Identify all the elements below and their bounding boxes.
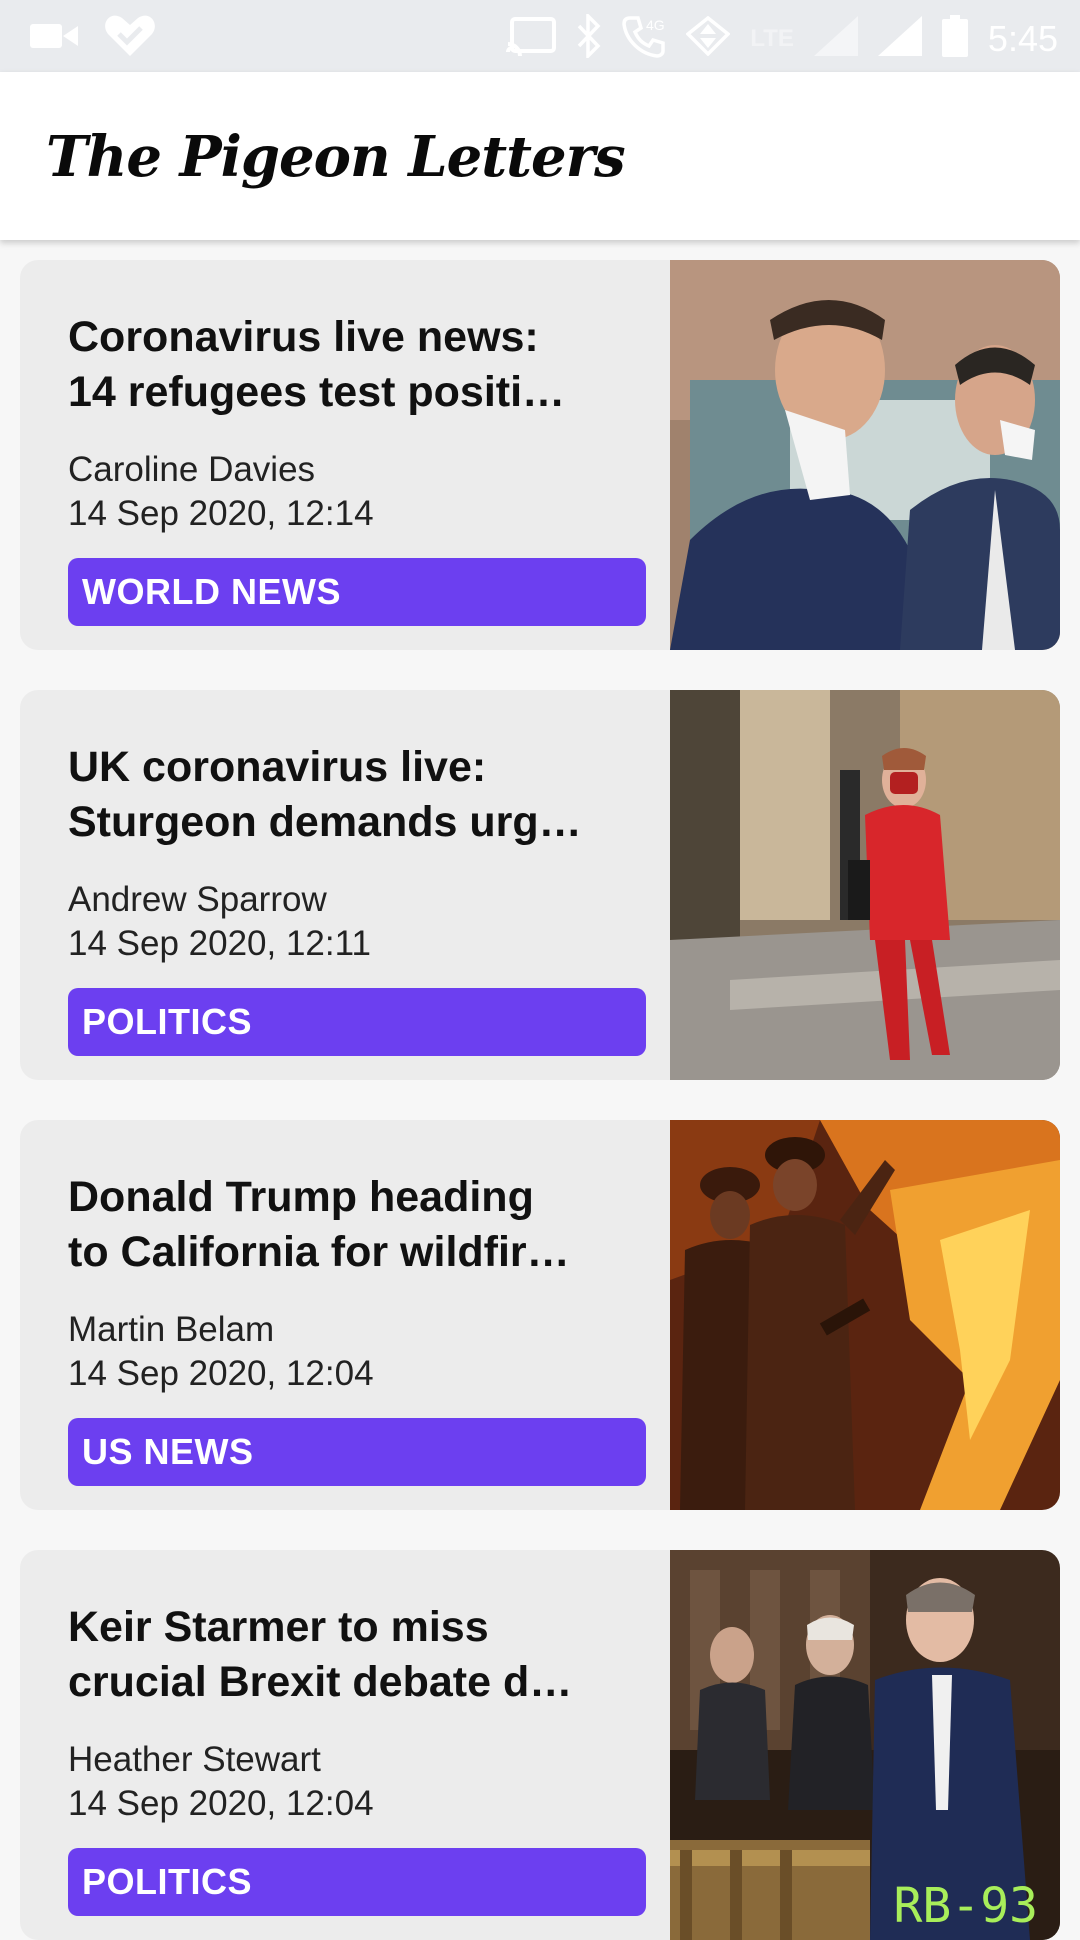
headline-line: Sturgeon demands urg… bbox=[68, 798, 582, 846]
headline-line: 14 refugees test positi… bbox=[68, 368, 566, 416]
headline-line: Donald Trump heading bbox=[68, 1173, 534, 1221]
article-author: Caroline Davies bbox=[68, 450, 316, 489]
category-badge: US NEWS bbox=[68, 1418, 646, 1486]
category-badge: POLITICS bbox=[68, 1848, 646, 1916]
article-thumbnail bbox=[670, 1120, 1060, 1510]
network-type-label: LTE bbox=[750, 24, 794, 52]
watermark-label: RB-93 bbox=[893, 1878, 1039, 1934]
article-date: 14 Sep 2020, 12:04 bbox=[68, 1354, 374, 1393]
bluetooth-icon bbox=[576, 11, 602, 63]
article-headline: Coronavirus live news: 14 refugees test … bbox=[68, 310, 648, 420]
signal-icon bbox=[877, 16, 922, 61]
app-title: The Pigeon Letters bbox=[46, 124, 626, 190]
cast-icon bbox=[506, 16, 557, 61]
heart-check-icon bbox=[104, 14, 156, 63]
app-bar: The Pigeon Letters bbox=[0, 72, 1080, 240]
article-thumbnail bbox=[670, 260, 1060, 650]
headline-line: to California for wildfir… bbox=[68, 1228, 570, 1276]
svg-text:4G: 4G bbox=[646, 17, 665, 33]
battery-icon bbox=[941, 15, 968, 62]
article-card[interactable]: UK coronavirus live: Sturgeon demands ur… bbox=[20, 690, 1060, 1080]
category-badge: WORLD NEWS bbox=[68, 558, 646, 626]
article-date: 14 Sep 2020, 12:14 bbox=[68, 494, 374, 533]
video-camera-icon bbox=[30, 21, 78, 56]
article-headline: Donald Trump heading to California for w… bbox=[68, 1170, 648, 1280]
article-card[interactable]: Keir Starmer to miss crucial Brexit deba… bbox=[20, 1550, 1060, 1940]
headline-line: UK coronavirus live: bbox=[68, 743, 487, 791]
article-headline: Keir Starmer to miss crucial Brexit deba… bbox=[68, 1600, 648, 1710]
article-thumbnail: RB-93 bbox=[670, 1550, 1060, 1940]
article-author: Martin Belam bbox=[68, 1310, 275, 1349]
article-author: Andrew Sparrow bbox=[68, 880, 327, 919]
status-bar: 4G LTE 5:45 bbox=[0, 0, 1080, 72]
article-thumbnail bbox=[670, 690, 1060, 1080]
wifi-calling-icon: 4G bbox=[622, 14, 666, 63]
category-badge: POLITICS bbox=[68, 988, 646, 1056]
article-date: 14 Sep 2020, 12:04 bbox=[68, 1784, 374, 1823]
article-card[interactable]: Donald Trump heading to California for w… bbox=[20, 1120, 1060, 1510]
article-date: 14 Sep 2020, 12:11 bbox=[68, 924, 371, 963]
article-card[interactable]: Coronavirus live news: 14 refugees test … bbox=[20, 260, 1060, 650]
signal-secondary-icon bbox=[813, 16, 858, 61]
article-headline: UK coronavirus live: Sturgeon demands ur… bbox=[68, 740, 648, 850]
data-transfer-icon bbox=[685, 15, 731, 61]
article-author: Heather Stewart bbox=[68, 1740, 321, 1779]
headline-line: crucial Brexit debate d… bbox=[68, 1658, 573, 1706]
headline-line: Coronavirus live news: bbox=[68, 313, 539, 361]
clock: 5:45 bbox=[987, 17, 1058, 59]
headline-line: Keir Starmer to miss bbox=[68, 1603, 489, 1651]
